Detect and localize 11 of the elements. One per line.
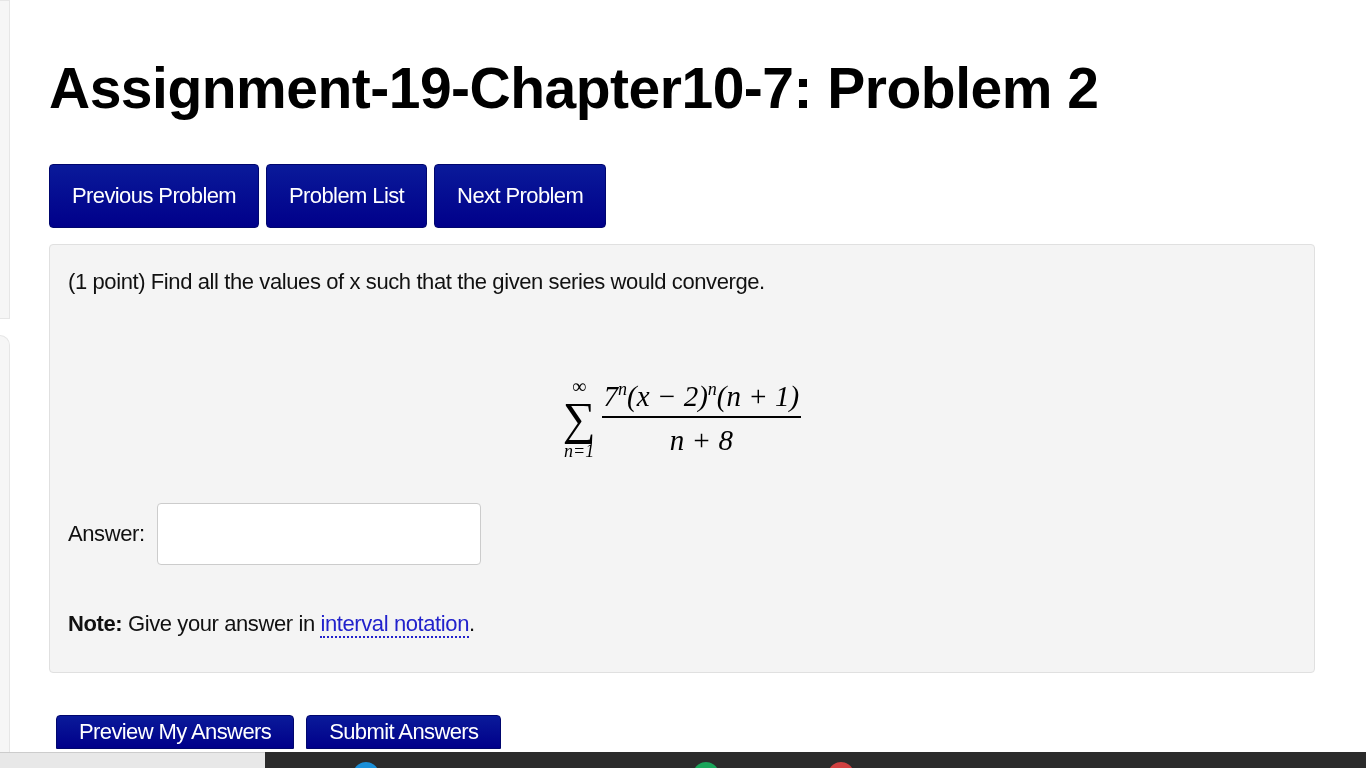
interval-notation-link[interactable]: interval notation — [320, 611, 469, 638]
answer-field[interactable] — [156, 503, 481, 565]
nav-button[interactable]: Next Problem — [434, 164, 607, 228]
submit-button[interactable]: Preview My Answers — [56, 715, 295, 749]
note-text: Note: Give your answer in interval notation. — [68, 611, 476, 637]
submit-button[interactable]: Submit Answers — [306, 715, 502, 749]
page-title: Assignment-19-Chapter10-7: Problem 2 — [49, 55, 1100, 122]
nav-button[interactable]: Problem List — [266, 164, 428, 228]
nav-button[interactable]: Previous Problem — [49, 164, 260, 228]
answer-label: Answer: — [68, 521, 145, 547]
problem-text: (1 point) Find all the values of x such that the given series would converge. — [68, 269, 766, 295]
